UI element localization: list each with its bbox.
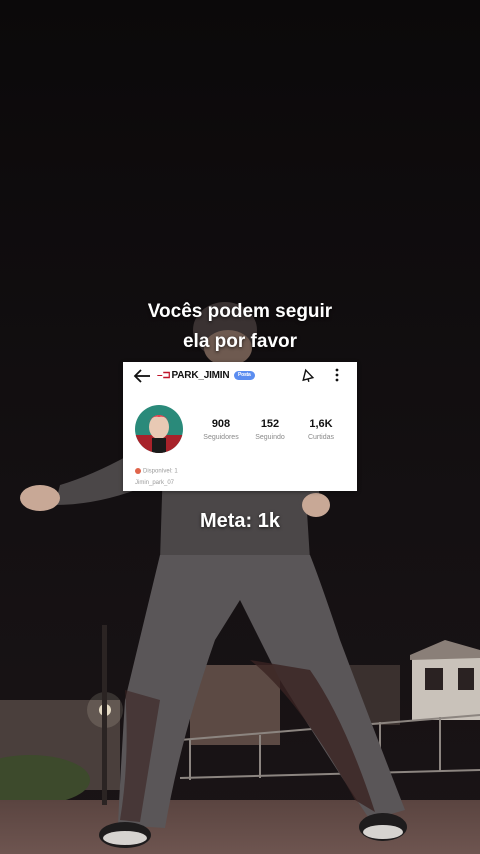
dot-icon <box>135 468 141 474</box>
profile-card: –⊐PARK_JIMIN Posta 908 Seguidores 152 Se… <box>123 362 357 491</box>
stat-value: 152 <box>260 418 280 430</box>
avatar[interactable] <box>135 405 183 453</box>
stat-likes[interactable]: 1,6K Curtidas <box>296 418 346 441</box>
caption-line-1: Vocês podem seguir <box>147 301 333 322</box>
more-vertical-icon[interactable] <box>330 367 344 383</box>
bell-icon[interactable] <box>299 367 315 383</box>
stat-following[interactable]: 152 Seguindo <box>245 418 295 441</box>
bio-text: Disponível: 1 <box>143 468 178 475</box>
stat-value: 908 <box>211 418 231 430</box>
stat-label: Seguidores <box>203 434 239 441</box>
bio-line: Disponível: 1 <box>135 468 178 475</box>
arrow-left-icon[interactable] <box>132 367 152 385</box>
bio-handle: Jimin_park_07 <box>135 480 175 486</box>
stat-label: Curtidas <box>307 434 335 441</box>
caption-text: Vocês podem seguir ela por favor <box>0 297 480 357</box>
username-decoration: –⊐ <box>157 370 171 381</box>
stat-followers[interactable]: 908 Seguidores <box>196 418 246 441</box>
goal-caption: Meta: 1k <box>199 510 281 532</box>
username-text: PARK_JIMIN <box>171 370 230 381</box>
profile-header: –⊐PARK_JIMIN Posta <box>123 362 357 390</box>
status-badge: Posta <box>233 370 255 380</box>
stat-value: 1,6K <box>309 418 333 430</box>
stat-label: Seguindo <box>255 434 285 441</box>
caption-line-2: ela por favor <box>182 331 298 352</box>
profile-username: –⊐PARK_JIMIN Posta <box>157 370 255 381</box>
